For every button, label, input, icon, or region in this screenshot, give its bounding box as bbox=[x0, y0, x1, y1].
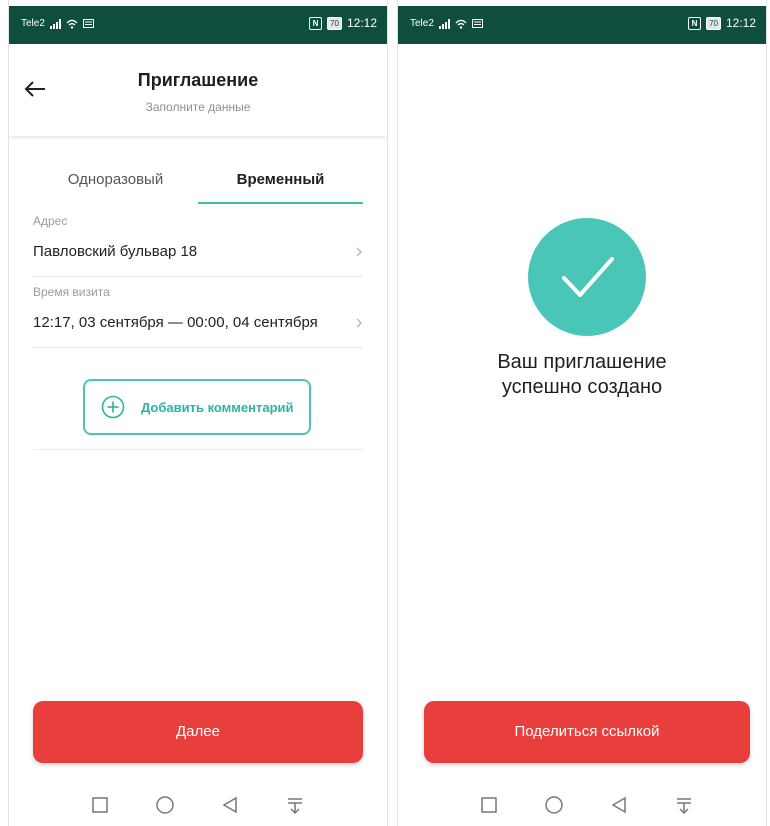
invite-type-tabs: Одноразовый Временный bbox=[33, 160, 363, 204]
battery-icon: 70 bbox=[706, 16, 721, 30]
success-message-line-2: успешно создано bbox=[501, 376, 663, 398]
page-subtitle: Заполните данные bbox=[145, 100, 251, 114]
square-icon[interactable] bbox=[89, 794, 111, 816]
status-right: N 70 12:12 bbox=[688, 16, 756, 30]
clock: 12:12 bbox=[346, 16, 377, 30]
carrier-label: Tele2 bbox=[410, 18, 434, 29]
add-comment-button[interactable]: Добавить комментарий bbox=[83, 379, 311, 435]
message-icon bbox=[471, 19, 483, 28]
chevron-right-icon bbox=[356, 318, 362, 328]
triangle-back-icon[interactable] bbox=[219, 794, 241, 816]
message-icon bbox=[82, 19, 94, 28]
circle-icon[interactable] bbox=[154, 794, 176, 816]
success-screen: Tele2 N 70 12:12 Ваш приглашение успешно… bbox=[397, 0, 767, 826]
check-icon bbox=[562, 257, 614, 297]
plus-circle-icon bbox=[101, 395, 125, 419]
page-title: Приглашение bbox=[137, 70, 259, 90]
success-badge bbox=[528, 218, 646, 336]
success-message: Ваш приглашение успешно создано bbox=[398, 350, 766, 400]
success-message-line-1: Ваш приглашение bbox=[497, 351, 667, 373]
share-link-button[interactable]: Поделиться ссылкой bbox=[424, 701, 750, 763]
circle-icon[interactable] bbox=[543, 794, 565, 816]
address-field[interactable]: Павловский бульвар 18 bbox=[33, 232, 363, 277]
tab-one-time[interactable]: Одноразовый bbox=[33, 160, 198, 204]
visit-time-value: 12:17, 03 сентября — 00:00, 04 сентября bbox=[33, 314, 318, 331]
clock: 12:12 bbox=[725, 16, 756, 30]
next-button[interactable]: Далее bbox=[33, 701, 363, 763]
notification-down-icon[interactable] bbox=[673, 794, 695, 816]
wifi-icon bbox=[66, 19, 78, 29]
tab-temporary[interactable]: Временный bbox=[198, 160, 363, 204]
comment-section: Добавить комментарий bbox=[33, 355, 363, 450]
notification-down-icon[interactable] bbox=[284, 794, 306, 816]
visit-time-field[interactable]: 12:17, 03 сентября — 00:00, 04 сентября bbox=[33, 303, 363, 348]
carrier-label: Tele2 bbox=[21, 18, 45, 29]
visit-time-label: Время визита bbox=[33, 285, 110, 299]
system-nav-bar bbox=[9, 782, 387, 826]
chevron-right-icon bbox=[356, 247, 362, 257]
nfc-icon: N bbox=[309, 16, 323, 30]
signal-icon bbox=[438, 18, 450, 29]
wifi-icon bbox=[455, 19, 467, 29]
address-label: Адрес bbox=[33, 214, 68, 228]
system-nav-bar bbox=[398, 782, 766, 826]
signal-icon bbox=[49, 18, 61, 29]
nfc-icon: N bbox=[688, 16, 702, 30]
status-bar: Tele2 N 70 12:12 bbox=[9, 6, 387, 44]
screen-header: Приглашение Заполните данные bbox=[9, 44, 387, 136]
triangle-back-icon[interactable] bbox=[608, 794, 630, 816]
invite-form-screen: Tele2 N 70 12:12 Приглашение Заполните д… bbox=[8, 0, 388, 826]
status-bar: Tele2 N 70 12:12 bbox=[398, 6, 766, 44]
status-left: Tele2 bbox=[21, 18, 94, 29]
address-value: Павловский бульвар 18 bbox=[33, 243, 198, 260]
status-right: N 70 12:12 bbox=[309, 16, 377, 30]
add-comment-label: Добавить комментарий bbox=[141, 399, 294, 415]
square-icon[interactable] bbox=[478, 794, 500, 816]
status-left: Tele2 bbox=[410, 18, 483, 29]
battery-icon: 70 bbox=[327, 16, 342, 30]
